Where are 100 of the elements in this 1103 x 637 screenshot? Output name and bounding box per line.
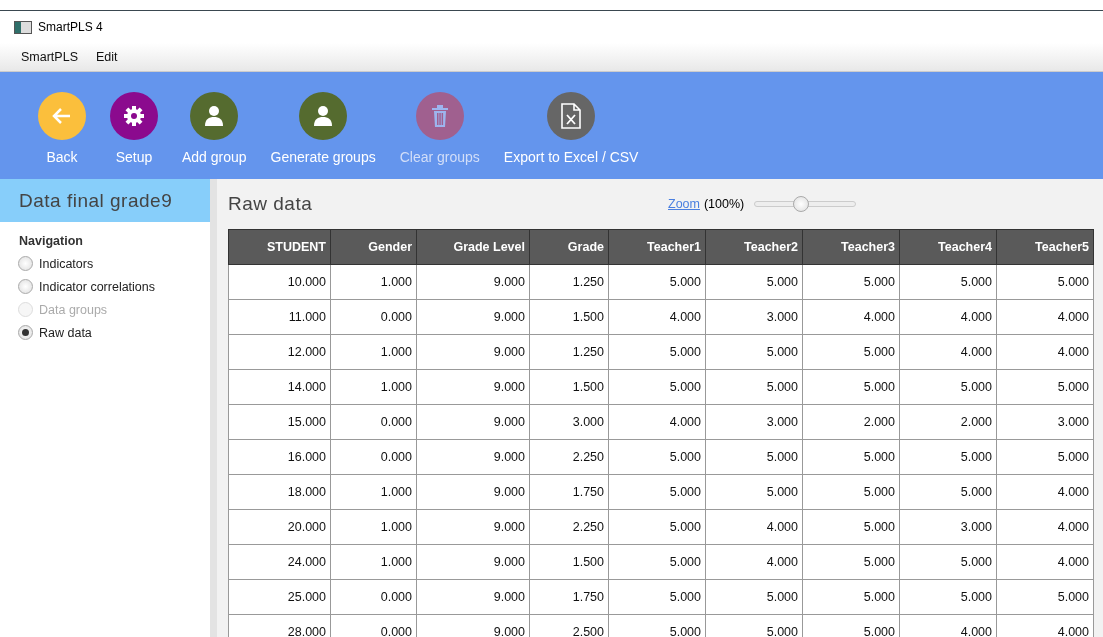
table-cell: 1.000 [330, 334, 417, 370]
table-cell: 5.000 [705, 264, 803, 300]
table-cell: 5.000 [802, 369, 900, 405]
table-cell: 1.500 [529, 544, 609, 580]
table-cell: 4.000 [996, 299, 1094, 335]
table-cell: 5.000 [899, 544, 997, 580]
table-cell: 1.000 [330, 509, 417, 545]
table-cell: 9.000 [416, 264, 530, 300]
table-cell: 25.000 [228, 579, 331, 615]
table-cell: 1.250 [529, 334, 609, 370]
table-cell: 5.000 [608, 439, 706, 475]
table-cell: 0.000 [330, 579, 417, 615]
menu-item[interactable]: Edit [88, 47, 125, 67]
column-header: Teacher2 [705, 229, 803, 265]
panel-title: Raw data [228, 193, 314, 215]
table-cell: 4.000 [996, 509, 1094, 545]
table-cell: 4.000 [802, 299, 900, 335]
table-cell: 5.000 [608, 579, 706, 615]
table-cell: 5.000 [802, 264, 900, 300]
table-cell: 5.000 [705, 369, 803, 405]
table-cell: 4.000 [705, 544, 803, 580]
table-cell: 5.000 [996, 579, 1094, 615]
column-header: Teacher3 [802, 229, 900, 265]
radio-option[interactable]: Indicator correlations [18, 275, 156, 298]
table-cell: 5.000 [996, 264, 1094, 300]
column-header: Gender [330, 229, 417, 265]
table-cell: 5.000 [608, 509, 706, 545]
table-cell: 1.500 [529, 299, 609, 335]
zoom-link[interactable]: Zoom [668, 197, 700, 211]
table-cell: 5.000 [608, 544, 706, 580]
slider-thumb[interactable] [792, 196, 809, 212]
radio-option[interactable]: Raw data [18, 321, 92, 344]
table-cell: 1.750 [529, 579, 609, 615]
trash-icon [430, 105, 449, 127]
table-cell: 4.000 [899, 299, 997, 335]
column-header: Grade Level [416, 229, 530, 265]
arrow-left-icon [52, 107, 72, 125]
table-cell: 1.250 [529, 264, 609, 300]
spreadsheet-file-icon [560, 103, 583, 129]
table-cell: 0.000 [330, 404, 417, 440]
app-icon [14, 20, 32, 34]
table-cell: 20.000 [228, 509, 331, 545]
table-cell: 5.000 [899, 439, 997, 475]
zoom-value: (100%) [703, 197, 745, 211]
table-cell: 9.000 [416, 334, 530, 370]
table-cell: 1.000 [330, 544, 417, 580]
table-cell: 2.250 [529, 439, 609, 475]
table-cell: 4.000 [608, 404, 706, 440]
toolbar-button[interactable]: Add group [172, 92, 257, 165]
table-cell: 1.000 [330, 474, 417, 510]
table-cell: 5.000 [705, 579, 803, 615]
table-cell: 5.000 [802, 544, 900, 580]
table-cell: 5.000 [705, 334, 803, 370]
toolbar-button[interactable]: Generate groups [260, 92, 386, 165]
table-cell: 16.000 [228, 439, 331, 475]
person-icon [204, 105, 225, 127]
column-header: Teacher4 [899, 229, 997, 265]
radio-option[interactable]: Indicators [18, 252, 94, 275]
toolbar-button[interactable]: Export to Excel / CSV [493, 92, 649, 165]
table-cell: 3.000 [705, 404, 803, 440]
table-cell: 4.000 [996, 474, 1094, 510]
table-cell: 9.000 [416, 299, 530, 335]
menu-item[interactable]: SmartPLS [14, 47, 85, 67]
navigation-heading: Navigation [19, 234, 84, 248]
table-cell: 1.750 [529, 474, 609, 510]
table-cell: 4.000 [899, 334, 997, 370]
zoom-slider[interactable] [754, 196, 857, 212]
table-cell: 2.000 [899, 404, 997, 440]
table-cell: 0.000 [330, 439, 417, 475]
table-cell: 5.000 [705, 474, 803, 510]
column-header: Teacher5 [996, 229, 1094, 265]
person-icon [313, 105, 334, 127]
table-cell: 3.000 [996, 404, 1094, 440]
table-cell: 9.000 [416, 404, 530, 440]
table-cell: 5.000 [899, 369, 997, 405]
table-cell: 4.000 [608, 299, 706, 335]
table-cell: 5.000 [802, 509, 900, 545]
table-cell: 5.000 [802, 579, 900, 615]
table-cell: 9.000 [416, 544, 530, 580]
table-cell: 9.000 [416, 579, 530, 615]
table-cell: 9.000 [416, 369, 530, 405]
table-cell: 24.000 [228, 544, 331, 580]
table-cell: 11.000 [228, 299, 331, 335]
column-header: Teacher1 [608, 229, 706, 265]
table-cell: 10.000 [228, 264, 331, 300]
table-cell: 5.000 [802, 439, 900, 475]
table-cell: 3.000 [529, 404, 609, 440]
table-cell: 4.000 [996, 334, 1094, 370]
table-cell: 28.000 [228, 614, 331, 637]
table-cell: 2.250 [529, 509, 609, 545]
table-cell: 5.000 [608, 369, 706, 405]
column-header: STUDENT [228, 229, 331, 265]
table-cell: 3.000 [705, 299, 803, 335]
table-cell: 14.000 [228, 369, 331, 405]
toolbar-button[interactable]: Back [28, 92, 96, 165]
column-header: Grade [529, 229, 609, 265]
table-cell: 15.000 [228, 404, 331, 440]
table-cell: 5.000 [996, 439, 1094, 475]
table-cell: 3.000 [899, 509, 997, 545]
toolbar-button[interactable]: Setup [100, 92, 168, 165]
